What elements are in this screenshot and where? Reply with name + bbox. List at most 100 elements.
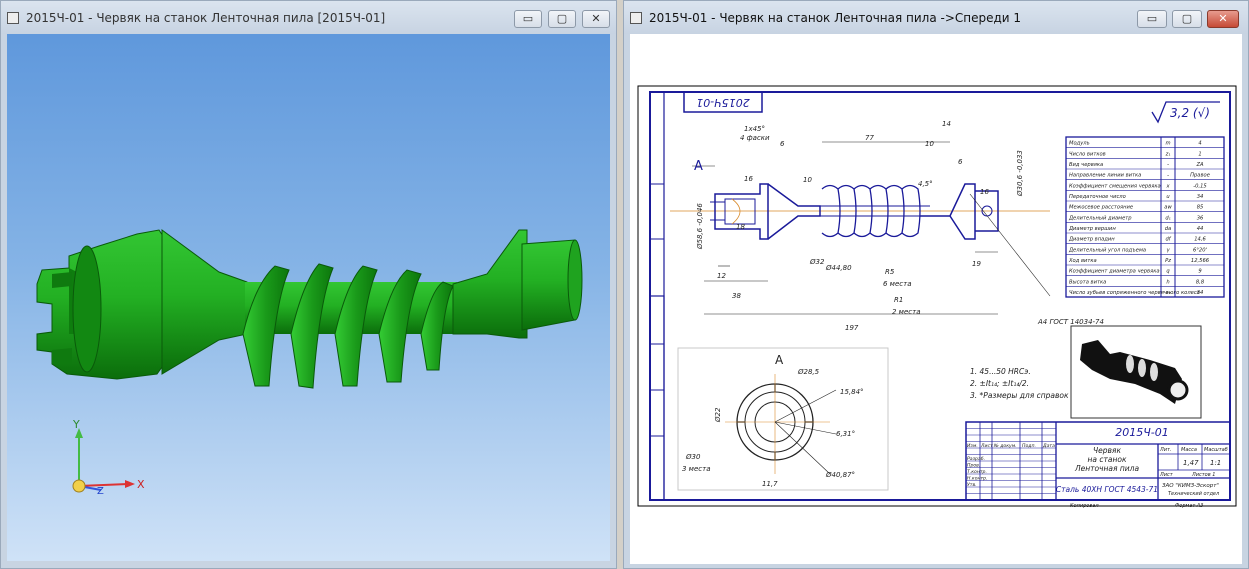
dim-18: 18: [736, 223, 745, 231]
scale-header: Масштаб: [1204, 447, 1228, 453]
stamp-row-label: Утв.: [967, 482, 977, 488]
view-a-d11: 11,7: [762, 480, 778, 488]
table-param-name: Делительный угол подъема: [1068, 247, 1146, 253]
stamp-row-label: Изм.: [967, 443, 978, 449]
stamp-row-label: Дата: [1042, 443, 1055, 449]
table-param-name: Число зубьев сопряженного червячного кол…: [1069, 290, 1200, 296]
maximize-icon: ▢: [556, 12, 568, 25]
3d-viewport[interactable]: Y X Z: [7, 34, 610, 561]
table-param-symbol: -: [1167, 162, 1169, 168]
stamp-row-label: Лист: [980, 443, 993, 449]
note-1: 1. 45...50 HRCэ.: [970, 367, 1031, 376]
table-param-value: 8,8: [1196, 279, 1205, 285]
table-param-value: 44: [1197, 226, 1204, 232]
format-label: Формат А3: [1175, 503, 1203, 509]
model-window[interactable]: 2015Ч-01 - Червяк на станок Ленточная пи…: [0, 0, 617, 569]
x-axis-label: X: [137, 478, 145, 491]
table-param-symbol: d₁: [1165, 215, 1170, 221]
dim-r1-note: 2 места: [892, 308, 920, 316]
y-axis-label: Y: [72, 418, 80, 431]
drawing-icon: [630, 12, 642, 24]
table-param-value: 85: [1197, 205, 1204, 211]
document-icon: [7, 12, 19, 24]
part-name-3: Ленточная пила: [1074, 464, 1140, 473]
stamp-row-label: Пров.: [967, 463, 980, 469]
maximize-button[interactable]: ▢: [548, 10, 576, 28]
table-param-name: Диаметр впадин: [1068, 237, 1115, 243]
table-param-name: Коэффициент смещения червяка: [1069, 183, 1161, 189]
table-param-value: 34: [1197, 194, 1204, 200]
table-param-symbol: aw: [1164, 205, 1172, 211]
dim-44: Ø44,80: [825, 264, 852, 272]
table-param-value: 4: [1198, 141, 1201, 147]
sheet-label: Лист: [1159, 472, 1174, 478]
organization-dept: Технический отдел: [1168, 491, 1220, 497]
table-param-name: Число витков: [1069, 151, 1106, 157]
stamp-code: 2015Ч-01: [1115, 426, 1169, 439]
top-code-label: 2015Ч-01: [696, 96, 750, 109]
maximize-icon: ▢: [1181, 12, 1193, 25]
dim-r1: R1: [894, 296, 903, 304]
table-param-symbol: -: [1167, 173, 1169, 179]
note-3: 3. *Размеры для справок: [970, 391, 1069, 400]
view-a-note30: 3 места: [682, 465, 710, 473]
table-param-value: Правое: [1190, 173, 1210, 179]
table-param-value: -0,15: [1193, 183, 1207, 189]
table-param-value: 36: [1197, 215, 1204, 221]
table-param-name: Модуль: [1069, 141, 1090, 147]
maximize-button[interactable]: ▢: [1172, 10, 1202, 28]
stamp-row-label: Разраб.: [967, 456, 985, 462]
close-icon: ✕: [1218, 12, 1228, 25]
mass-header: Масса: [1181, 447, 1197, 453]
dim-197: 197: [845, 324, 859, 332]
table-param-value: 14,6: [1194, 237, 1206, 243]
dim-10a: 10: [803, 176, 812, 184]
view-a-d30: Ø30: [685, 453, 701, 461]
dim-chamfer-note: 4 фаски: [740, 134, 770, 142]
center-hole-gost: А4 ГОСТ 14034-74: [1037, 318, 1104, 326]
table-param-name: Высота витка: [1069, 279, 1106, 285]
table-param-name: Коэффициент диаметра червяка: [1069, 269, 1160, 275]
dim-10b: 10: [925, 140, 934, 148]
table-param-name: Ход витка: [1068, 258, 1097, 264]
drawing-window[interactable]: 2015Ч-01 - Червяк на станок Ленточная пи…: [623, 0, 1249, 569]
part-name-1: Червяк: [1093, 446, 1121, 455]
drawing-sheet[interactable]: 2015Ч-01 3,2 (√) 1х45° 4 фаски 6 77 14 1…: [630, 34, 1242, 564]
table-param-value: 34: [1197, 290, 1204, 296]
drawing-window-title: 2015Ч-01 - Червяк на станок Ленточная пи…: [649, 11, 1022, 25]
dim-14: 14: [942, 120, 951, 128]
table-param-name: Направление линии витка: [1069, 173, 1141, 179]
dim-angle: 4,5°: [918, 180, 933, 188]
dim-r16b: 16: [980, 188, 989, 196]
drawing-window-titlebar[interactable]: 2015Ч-01 - Червяк на станок Ленточная пи…: [624, 1, 1248, 34]
lit-header: Лит.: [1159, 447, 1172, 453]
worm-model: Y X Z: [36, 229, 583, 497]
dim-r5: R5: [885, 268, 895, 276]
table-param-symbol: z₂: [1165, 290, 1171, 296]
view-a-d28: Ø28,5: [797, 368, 820, 376]
table-param-value: 1: [1198, 151, 1201, 157]
organization: ЗАО "КИМЗ-Эскорт": [1162, 483, 1219, 489]
material: Сталь 40ХН ГОСТ 4543-71: [1056, 485, 1158, 494]
dim-left-dia: Ø58,6 -0,046: [696, 203, 704, 250]
scale-value: 1:1: [1210, 459, 1221, 467]
table-param-value: ZA: [1195, 162, 1204, 168]
table-param-name: Вид червяка: [1069, 162, 1103, 168]
roughness-label: 3,2 (√): [1170, 106, 1210, 120]
close-button[interactable]: ✕: [1207, 10, 1239, 28]
dim-12: 12: [717, 272, 726, 280]
close-button[interactable]: ✕: [582, 10, 610, 28]
minimize-icon: ▭: [1146, 12, 1158, 25]
dim-77: 77: [865, 134, 874, 142]
x-axis-line: [78, 483, 130, 487]
note-2: 2. ±It₁₄; ±It₁₄/2.: [970, 379, 1029, 388]
model-window-titlebar[interactable]: 2015Ч-01 - Червяк на станок Ленточная пи…: [1, 1, 616, 34]
dim-32: Ø32: [809, 258, 825, 266]
mass-value: 1,47: [1183, 459, 1199, 467]
minimize-button[interactable]: ▭: [514, 10, 542, 28]
model-window-title: 2015Ч-01 - Червяк на станок Ленточная пи…: [26, 11, 386, 25]
view-a-a6: 6,31°: [836, 430, 855, 438]
z-axis-label: Z: [97, 486, 104, 497]
minimize-button[interactable]: ▭: [1137, 10, 1167, 28]
dim-chamfer: 1х45°: [744, 125, 765, 133]
